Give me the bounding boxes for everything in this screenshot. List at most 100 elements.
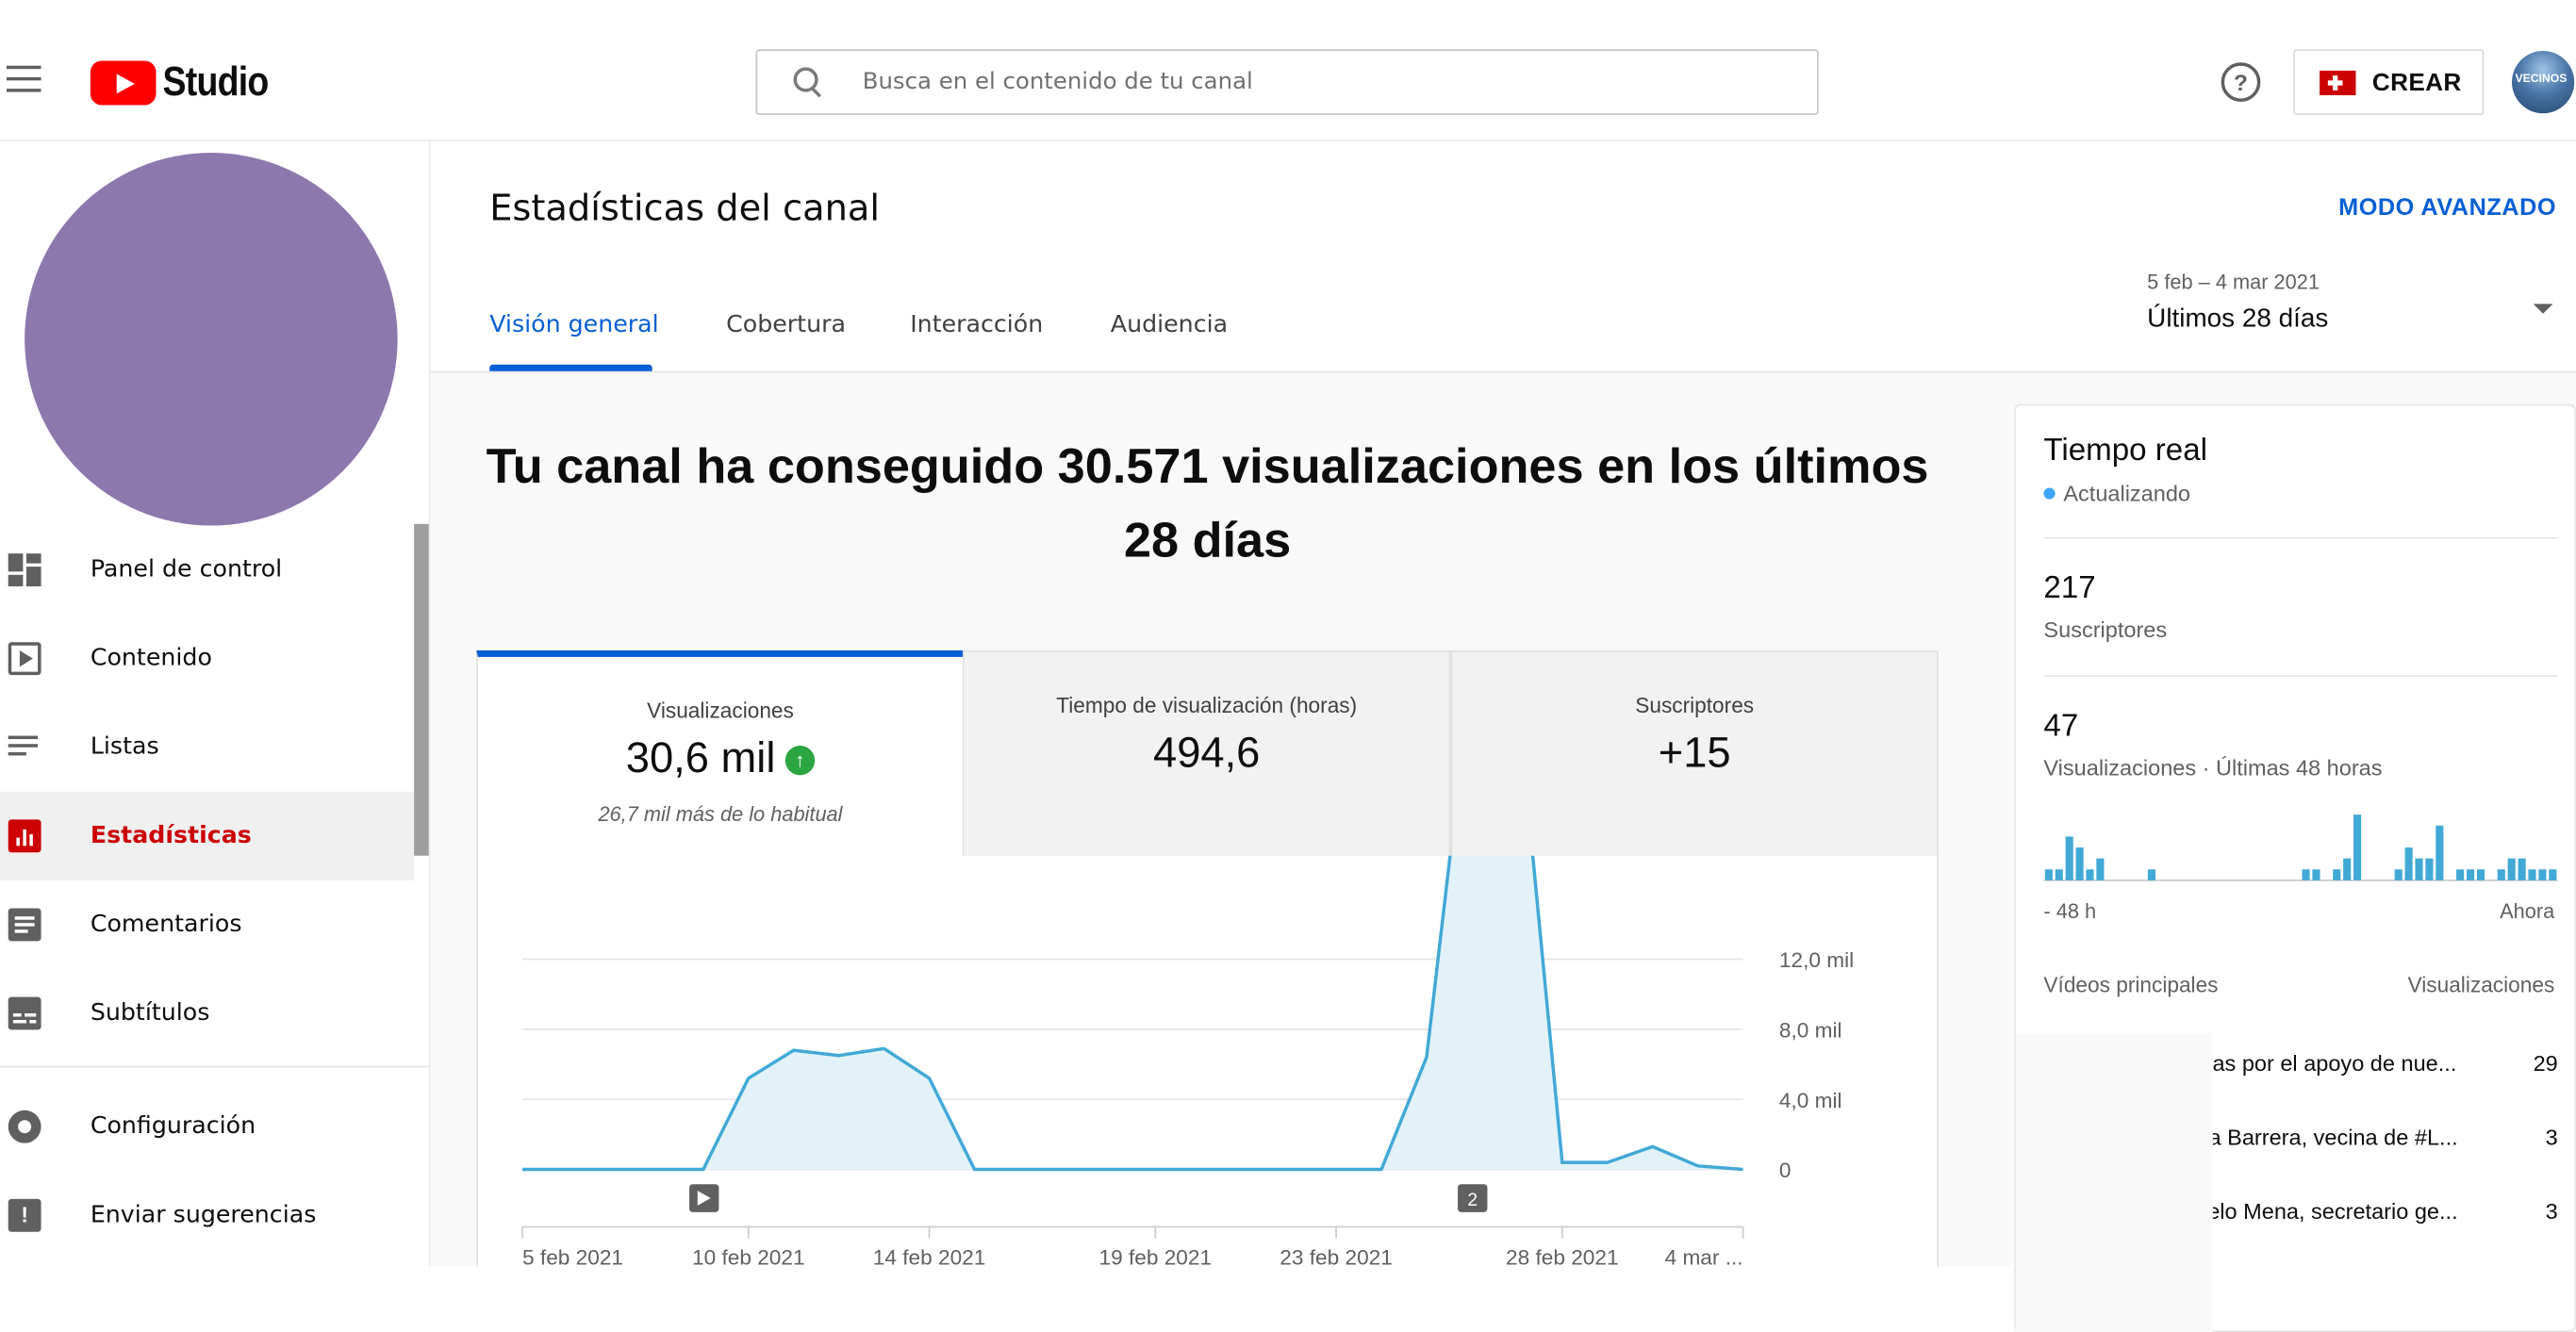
metric-card-subscribers[interactable]: Suscriptores +15	[1450, 650, 1939, 858]
sidebar-item-label: Contenido	[90, 645, 212, 672]
video-title: celo Mena, secretario ge...	[2196, 1198, 2458, 1225]
sidebar-item-subtitles[interactable]: Subtítulos	[0, 969, 414, 1058]
video-title: cias por el apoyo de nue...	[2196, 1051, 2457, 1077]
realtime-status-text: Actualizando	[2063, 481, 2191, 506]
logo-text: Studio	[162, 58, 269, 106]
sidebar-item-playlists[interactable]: Listas	[0, 703, 414, 792]
realtime-bar[interactable]	[2343, 858, 2352, 880]
account-avatar[interactable]: VECINOS	[2511, 51, 2575, 114]
dashboard-icon	[8, 553, 41, 587]
realtime-bar[interactable]	[2353, 814, 2362, 880]
advanced-mode-link[interactable]: MODO AVANZADO	[2338, 195, 2556, 222]
realtime-bar[interactable]	[2086, 869, 2094, 880]
realtime-title: Tiempo real	[2043, 433, 2207, 469]
realtime-bar[interactable]	[2538, 869, 2547, 880]
realtime-bar-chart[interactable]	[2043, 800, 2558, 882]
studio-logo[interactable]: Studio	[90, 58, 286, 107]
realtime-bar[interactable]	[2147, 869, 2156, 880]
feedback-icon: !	[8, 1198, 41, 1232]
sidebar-scrollbar[interactable]	[414, 523, 429, 856]
sidebar-item-feedback[interactable]: ! Enviar sugerencias	[0, 1171, 414, 1259]
realtime-bar[interactable]	[2415, 858, 2423, 880]
sidebar-item-settings[interactable]: Configuración	[0, 1082, 414, 1171]
subtitles-icon	[8, 996, 41, 1030]
realtime-bar[interactable]	[2075, 847, 2084, 880]
arrow-up-icon: ↑	[784, 746, 816, 776]
menu-icon[interactable]	[6, 65, 42, 95]
realtime-bar[interactable]	[2394, 869, 2403, 880]
views-column-heading: Visualizaciones	[2407, 972, 2555, 997]
realtime-bar[interactable]	[2425, 858, 2434, 880]
y-tick-label: 8,0 mil	[1779, 1019, 1842, 1043]
sidebar-item-content[interactable]: Contenido	[0, 615, 414, 703]
sidebar-item-label: Listas	[90, 733, 159, 761]
sidebar-item-label: Panel de control	[90, 556, 283, 584]
create-button[interactable]: CREAR	[2293, 49, 2485, 115]
divider	[2043, 536, 2558, 539]
channel-avatar[interactable]	[25, 153, 398, 526]
realtime-bar[interactable]	[2476, 869, 2485, 880]
search-input[interactable]	[862, 69, 1783, 96]
sidebar-item-label: Comentarios	[90, 911, 242, 938]
subscribers-label: Suscriptores	[2043, 617, 2168, 643]
sidebar-item-analytics[interactable]: Estadísticas	[0, 791, 415, 880]
sidebar-item-label: Estadísticas	[90, 822, 252, 849]
realtime-bar[interactable]	[2404, 847, 2413, 880]
video-views: 3	[2545, 1125, 2558, 1150]
analytics-icon	[8, 819, 41, 853]
sidebar-item-dashboard[interactable]: Panel de control	[0, 526, 414, 615]
tab-reach[interactable]: Cobertura	[726, 312, 846, 338]
status-dot-icon	[2043, 487, 2056, 500]
realtime-bar[interactable]	[2436, 825, 2444, 880]
realtime-status: Actualizando	[2043, 481, 2191, 506]
gear-icon	[8, 1110, 41, 1143]
metric-card-views[interactable]: Visualizaciones 30,6 mil ↑ 26,7 mil más d…	[476, 650, 965, 858]
views-line[interactable]	[522, 855, 1743, 1172]
video-views: 29	[2533, 1051, 2558, 1077]
tab-engagement[interactable]: Interacción	[910, 312, 1043, 338]
realtime-bar[interactable]	[2518, 858, 2526, 880]
realtime-bar[interactable]	[2466, 869, 2475, 880]
top-videos-heading: Vídeos principales	[2043, 972, 2219, 997]
sidebar-item-label: Enviar sugerencias	[90, 1202, 317, 1229]
active-tab-indicator	[489, 364, 652, 371]
views-chart[interactable]: 04,0 mil8,0 mil12,0 mil25 feb 2021 10 feb…	[478, 855, 1940, 1332]
sidebar: Panel de control Contenido Listas Estadí…	[0, 140, 431, 1332]
create-video-icon	[2320, 70, 2356, 95]
sidebar-item-comments[interactable]: Comentarios	[0, 880, 414, 969]
realtime-bar[interactable]	[2528, 869, 2536, 880]
sidebar-divider	[0, 1065, 431, 1068]
search-icon[interactable]	[793, 67, 823, 96]
chevron-down-icon[interactable]	[2533, 304, 2553, 314]
realtime-card: Tiempo real Actualizando 217 Suscriptore…	[2014, 403, 2576, 1332]
axis-end-label: Ahora	[2500, 899, 2555, 924]
youtube-play-icon	[90, 60, 157, 106]
tab-overview[interactable]: Visión general	[489, 312, 658, 338]
realtime-bar[interactable]	[2065, 836, 2073, 880]
search-box[interactable]	[755, 49, 1819, 115]
metric-cards: Visualizaciones 30,6 mil ↑ 26,7 mil más d…	[476, 650, 1939, 858]
realtime-bar[interactable]	[2507, 858, 2516, 880]
metric-title: Visualizaciones	[647, 698, 794, 723]
sidebar-item-label: Subtítulos	[90, 1000, 210, 1027]
views-label: Visualizaciones · Últimas 48 horas	[2043, 755, 2383, 781]
realtime-bar[interactable]	[2333, 869, 2341, 880]
realtime-bar[interactable]	[2549, 869, 2557, 880]
playlist-icon	[8, 731, 41, 764]
realtime-bar[interactable]	[2456, 869, 2465, 880]
date-range-selector[interactable]: Últimos 28 días	[2147, 305, 2328, 335]
avatar-text: VECINOS	[2515, 74, 2568, 86]
metric-title: Tiempo de visualización (horas)	[1056, 693, 1358, 718]
video-views: 3	[2545, 1198, 2558, 1225]
realtime-bar[interactable]	[2055, 869, 2063, 880]
realtime-bar[interactable]	[2044, 869, 2053, 880]
metric-card-watch-time[interactable]: Tiempo de visualización (horas) 494,6	[962, 650, 1451, 858]
realtime-bar[interactable]	[2096, 858, 2105, 880]
help-icon[interactable]: ?	[2221, 62, 2261, 103]
tab-audience[interactable]: Audiencia	[1111, 312, 1228, 338]
realtime-bar[interactable]	[2312, 869, 2320, 880]
thumbnail-mask	[2015, 1032, 2213, 1332]
realtime-bar[interactable]	[2302, 869, 2310, 880]
studio-page: Studio ? CREAR VECINOS Panel de control …	[0, 0, 2576, 1332]
realtime-bar[interactable]	[2497, 869, 2505, 880]
